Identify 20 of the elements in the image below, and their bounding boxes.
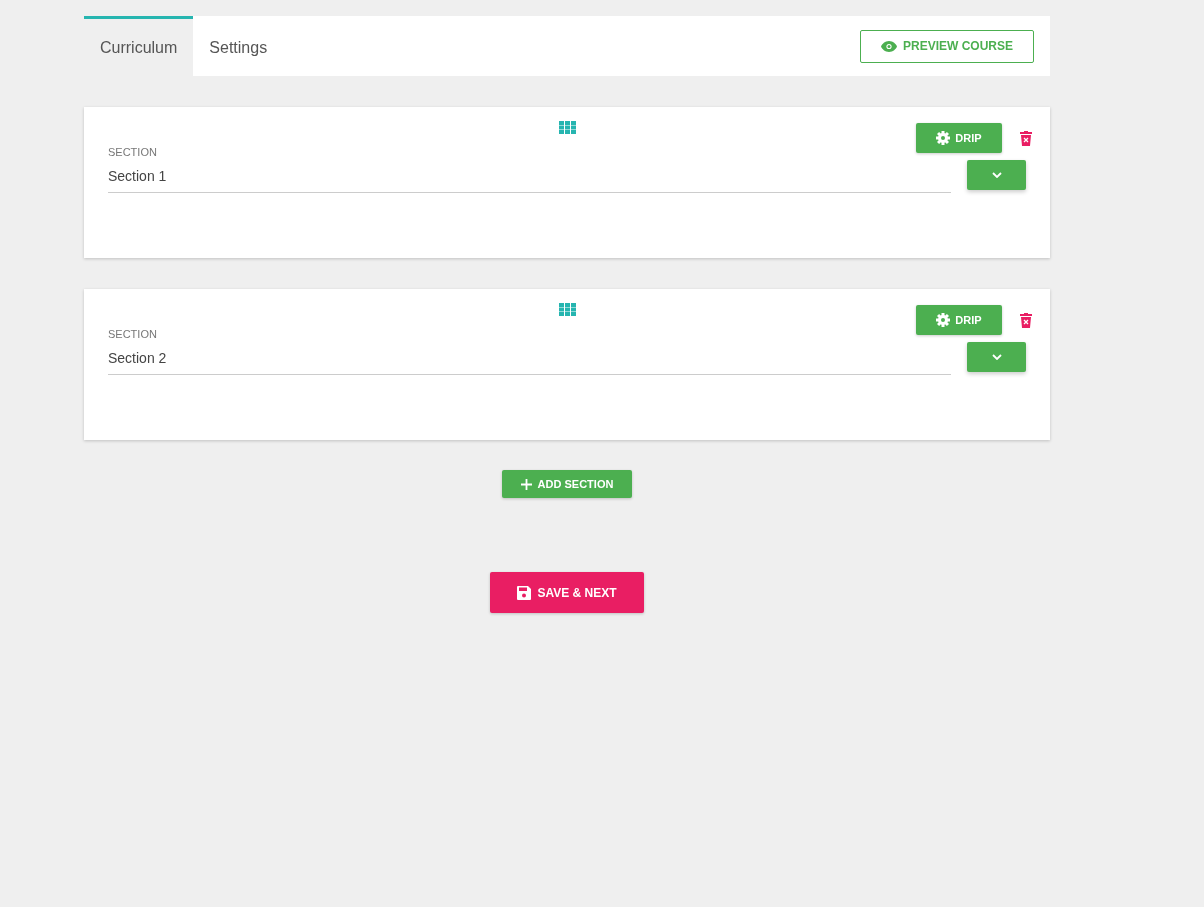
plus-icon (520, 478, 532, 490)
drip-button[interactable]: DRIP (916, 123, 1002, 153)
gear-icon (936, 313, 951, 327)
trash-icon[interactable] (1020, 130, 1032, 146)
add-section-button[interactable]: ADD SECTION (502, 470, 632, 498)
grid-drag-icon[interactable] (559, 303, 576, 316)
section-name-field[interactable]: Section 2 (108, 346, 951, 375)
section-name-field[interactable]: Section 1 (108, 164, 951, 193)
tab[interactable]: Curriculum (84, 16, 194, 76)
chevron-down-icon (991, 354, 1002, 360)
eye-icon (881, 40, 897, 52)
drip-button[interactable]: DRIP (916, 305, 1002, 335)
field-label: SECTION (108, 146, 158, 158)
field-label: SECTION (108, 328, 158, 340)
trash-icon[interactable] (1020, 312, 1032, 328)
preview-course-button[interactable]: PREVIEW COURSE (860, 29, 1034, 63)
chevron-down-icon (991, 172, 1002, 178)
gear-icon (936, 131, 951, 145)
grid-drag-icon[interactable] (559, 121, 576, 134)
save-next-button[interactable]: SAVE & NEXT (490, 572, 644, 613)
